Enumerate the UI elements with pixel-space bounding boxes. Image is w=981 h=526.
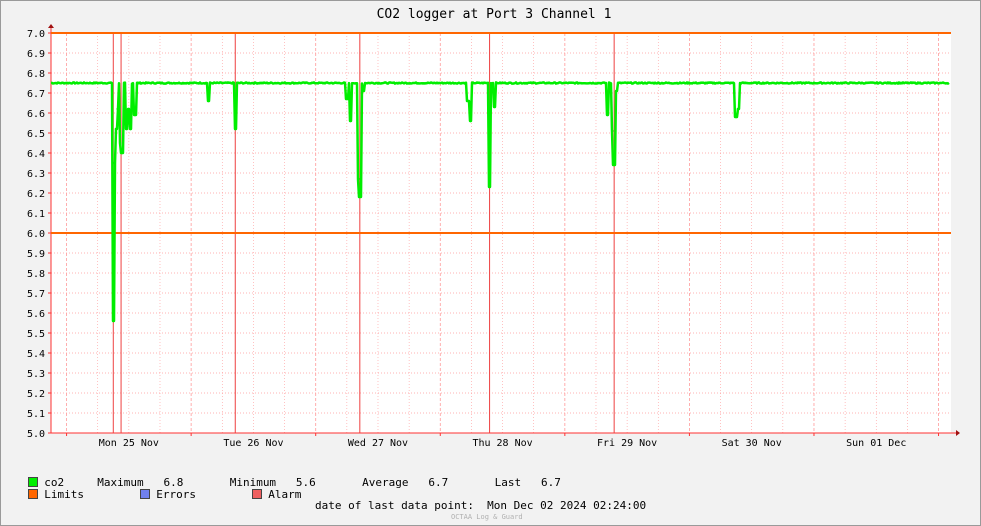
dip-point [734, 115, 738, 119]
dip-point [234, 127, 237, 131]
y-tick-label: 6.0 [27, 229, 45, 240]
dip-point [112, 161, 116, 165]
y-tick-label: 6.8 [27, 69, 45, 80]
dip-point [116, 107, 119, 111]
dip-point [133, 113, 137, 117]
errors-swatch [140, 489, 151, 499]
dip-point [358, 195, 362, 199]
chart-title: CO2 logger at Port 3 Channel 1 [377, 7, 612, 22]
legend-errors-label: Errors [156, 488, 196, 501]
y-tick-label: 6.3 [27, 169, 45, 180]
y-tick-label: 6.1 [27, 209, 45, 220]
y-tick-label: 6.4 [27, 149, 45, 160]
y-tick-label: 5.4 [27, 349, 45, 360]
x-tick-label: Sat 30 Nov [722, 438, 782, 449]
dip-point [345, 97, 349, 101]
dip-point [736, 107, 740, 111]
y-tick-label: 5.0 [27, 429, 45, 440]
y-tick-label: 6.9 [27, 49, 45, 60]
y-tick-label: 6.2 [27, 189, 45, 200]
x-tick-label: Thu 28 Nov [472, 438, 532, 449]
dip-point [606, 113, 609, 117]
y-tick-label: 7.0 [27, 29, 45, 40]
dip-point [488, 185, 491, 189]
dip-point [615, 89, 618, 93]
x-tick-label: Sun 01 Dec [846, 438, 906, 449]
y-tick-label: 5.3 [27, 369, 45, 380]
legend-row-2c: Alarm [239, 475, 301, 501]
legend-limits-label: Limits [44, 488, 84, 501]
dip-point [119, 141, 122, 145]
dip-point [611, 129, 614, 133]
y-tick-label: 6.7 [27, 89, 45, 100]
dip-point [357, 177, 360, 181]
legend-row-2: Limits [15, 475, 84, 501]
x-axis-arrow [956, 430, 960, 436]
legend-row-2b: Errors [127, 475, 196, 501]
dip-point [112, 319, 115, 323]
x-tick-label: Mon 25 Nov [99, 438, 159, 449]
legend-alarm-label: Alarm [268, 488, 302, 501]
y-tick-label: 6.5 [27, 129, 45, 140]
dip-point [120, 151, 124, 155]
dip-point [207, 99, 210, 103]
dip-point [362, 89, 365, 93]
co2-chart: CO2 logger at Port 3 Channel 1 7.0 6.9 6.8… [27, 7, 960, 449]
x-tick-label: Tue 26 Nov [223, 438, 283, 449]
y-tick-label: 5.7 [27, 289, 45, 300]
dip-point [469, 119, 472, 123]
dip-point [349, 119, 352, 123]
dip-point [493, 105, 496, 109]
dip-point [129, 127, 132, 131]
dip-point [125, 127, 128, 131]
x-tick-label: Fri 29 Nov [597, 438, 657, 449]
dip-point [127, 107, 131, 111]
dip-point [466, 99, 470, 103]
dip-point [114, 127, 118, 131]
y-tick-label: 5.9 [27, 249, 45, 260]
credit-text: OCTAA Log & Guard [451, 513, 523, 521]
y-tick-label: 6.6 [27, 109, 45, 120]
limits-swatch [28, 489, 39, 499]
alarm-swatch [252, 489, 263, 499]
x-tick-label: Wed 27 Nov [348, 438, 408, 449]
y-tick-label: 5.5 [27, 329, 45, 340]
y-tick-label: 5.2 [27, 389, 45, 400]
y-tick-label: 5.8 [27, 269, 45, 280]
y-axis-arrow [48, 24, 54, 28]
dip-point [612, 163, 616, 167]
y-tick-label: 5.6 [27, 309, 45, 320]
y-tick-label: 5.1 [27, 409, 45, 420]
